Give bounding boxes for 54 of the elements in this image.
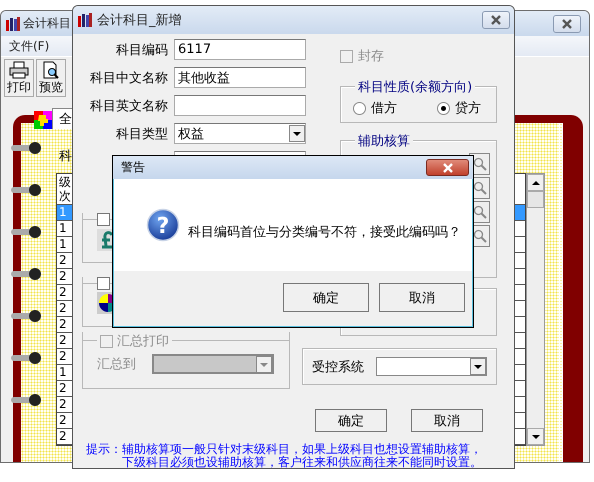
field-label: 受控系统 <box>312 358 364 376</box>
close-icon <box>561 18 573 28</box>
books-icon <box>77 12 93 28</box>
close-icon <box>490 15 502 25</box>
close-button[interactable] <box>553 14 581 32</box>
search-icon <box>472 229 486 243</box>
input-field[interactable]: 6117 <box>174 39 306 60</box>
search-icon <box>472 181 486 195</box>
printer-icon <box>9 60 29 78</box>
dialog-button[interactable]: 确定 <box>315 409 387 432</box>
group-title: 辅助核算 <box>355 132 413 150</box>
field-label: 科目中文名称 <box>89 70 168 86</box>
field-label: 汇总到 <box>97 356 136 373</box>
dropdown[interactable] <box>376 357 487 376</box>
question-icon: ? <box>146 208 180 242</box>
preview-icon <box>41 60 61 78</box>
checkbox[interactable] <box>97 277 110 290</box>
input-field[interactable] <box>174 95 306 116</box>
scroll-thumb[interactable] <box>527 191 544 208</box>
toolbar-button[interactable]: 预览 <box>36 59 66 97</box>
window-title: 警告 <box>121 159 145 176</box>
alert-message: 科目编码首位与分类编号不符，接受此编码吗？ <box>188 224 461 241</box>
close-icon <box>442 162 454 172</box>
checkbox[interactable] <box>97 213 110 226</box>
dropdown[interactable]: 权益 <box>174 123 306 144</box>
toolbar-button[interactable]: 打印 <box>4 59 34 97</box>
alert-button[interactable]: 确定 <box>283 283 369 312</box>
field-label: 科目编码 <box>115 42 168 58</box>
field-label: 科目类型 <box>115 126 168 142</box>
menu-item[interactable]: 文件(F) <box>9 38 50 54</box>
window-title: 会计科目 <box>23 15 71 32</box>
checkbox-label: 封存 <box>358 48 384 65</box>
radio-button[interactable] <box>353 102 366 114</box>
close-button[interactable] <box>426 159 469 176</box>
hint-text: 提示：辅助核算项一般只针对末级科目，如果上级科目也想设置辅助核算，下级科目必须也设辅助核算，客户往来和供应商往来不能同时设置。 <box>86 443 483 468</box>
window-title: 会计科目_新增 <box>97 12 182 29</box>
puzzle-icon <box>34 111 52 129</box>
input-field[interactable]: 其他收益 <box>174 67 306 88</box>
scroll-up-button[interactable] <box>527 174 544 191</box>
scroll-down-button[interactable] <box>527 428 544 445</box>
radio-button[interactable] <box>437 102 450 114</box>
search-icon <box>472 157 486 171</box>
dropdown[interactable] <box>152 354 274 374</box>
alert-button[interactable]: 取消 <box>379 283 465 312</box>
radio-label: 借方 <box>371 100 397 117</box>
books-icon <box>5 16 21 32</box>
scrollbar[interactable] <box>526 173 545 446</box>
field-label: 科目英文名称 <box>89 98 168 114</box>
radio-label: 贷方 <box>455 100 481 117</box>
close-button[interactable] <box>482 11 510 29</box>
checkbox-label: 汇总打印 <box>117 333 169 350</box>
group-title: 科目性质(余额方向) <box>355 78 476 96</box>
dialog-button[interactable]: 取消 <box>411 409 483 432</box>
search-icon <box>472 205 486 219</box>
